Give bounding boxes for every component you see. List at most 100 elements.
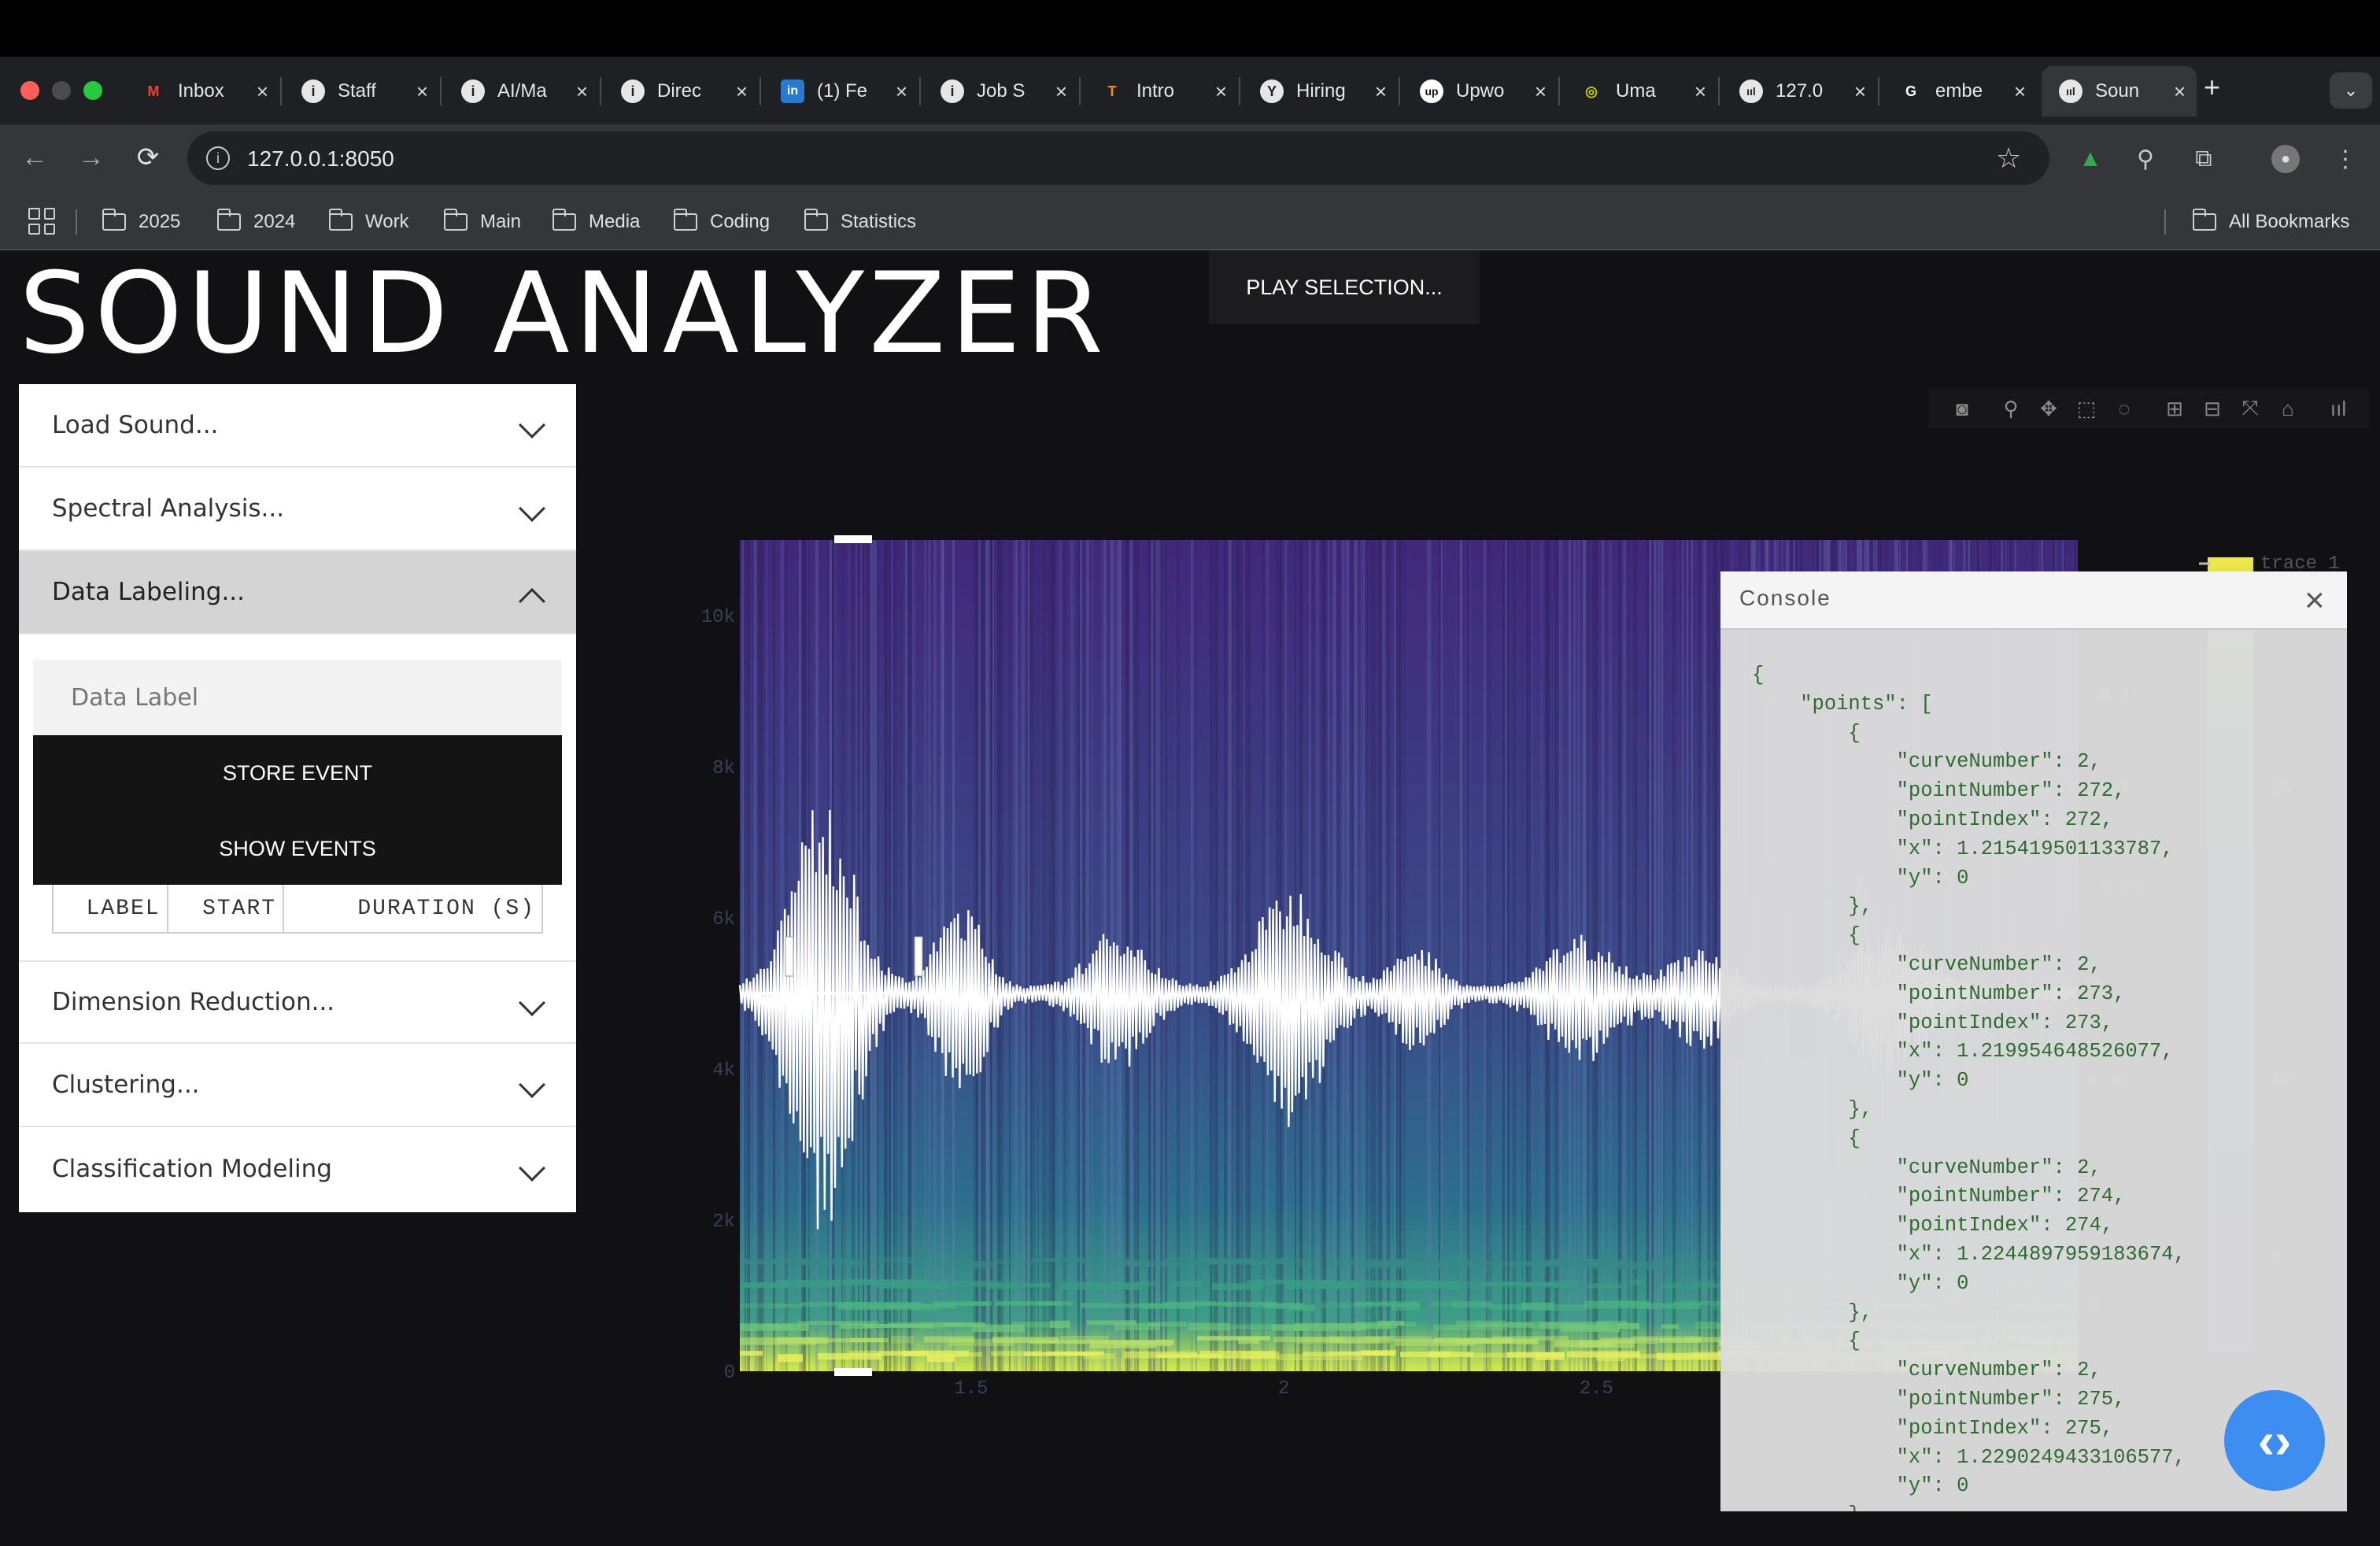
y-tick-label: 2k (712, 1211, 735, 1233)
spectrogram-column (1486, 540, 1488, 1371)
spectrogram-column (1000, 540, 1002, 1371)
harmonic-band (1212, 1283, 1264, 1290)
harmonic-band (850, 1337, 883, 1343)
spectrogram-column (1087, 540, 1089, 1371)
spectrogram-column (1070, 540, 1073, 1371)
harmonic-band (963, 1301, 992, 1306)
harmonic-band (1155, 1339, 1172, 1347)
spectrogram-column (1224, 540, 1227, 1371)
harmonic-band (1171, 1281, 1202, 1287)
harmonic-band (1135, 1281, 1156, 1286)
y-axis-ticks: 0 2k 4k 6k 8k 10k (701, 607, 735, 1384)
harmonic-band (1399, 1322, 1416, 1326)
spectrogram-column (1672, 540, 1676, 1371)
spectrogram-column (1703, 540, 1706, 1371)
spectrogram-column (1656, 540, 1658, 1371)
spectrogram-column (1210, 540, 1212, 1371)
harmonic-band (1536, 1352, 1564, 1360)
harmonic-band (1652, 1259, 1673, 1267)
spectrogram-column (1033, 540, 1036, 1371)
spectrogram-column (1654, 540, 1656, 1371)
range-handle-top[interactable] (834, 535, 872, 543)
harmonic-band (1391, 1259, 1408, 1265)
harmonic-band (940, 1261, 997, 1267)
spectrogram-column (886, 540, 888, 1371)
spectrogram-column (1635, 540, 1637, 1371)
spectrogram-column (1715, 540, 1717, 1371)
harmonic-band (1695, 1321, 1719, 1330)
spectrogram-column (910, 540, 911, 1371)
spectrogram-column (1526, 540, 1528, 1371)
spectrogram-column (1191, 540, 1193, 1371)
harmonic-band (1297, 1259, 1316, 1267)
spectrogram-column (1153, 540, 1155, 1371)
spectrogram-column (1460, 540, 1462, 1371)
spectrogram-column (1469, 540, 1471, 1371)
spectrogram-column (1394, 540, 1396, 1371)
y-tick-label: 0 (724, 1363, 735, 1384)
selection-handle-right[interactable] (914, 936, 923, 977)
y-tick-label: 6k (712, 909, 735, 930)
spectrogram-column (1592, 540, 1595, 1371)
spectrogram-column (1042, 540, 1044, 1371)
harmonic-band (1552, 1304, 1587, 1311)
harmonic-band (1022, 1283, 1051, 1288)
spectrogram-column (1238, 540, 1240, 1371)
harmonic-band (1428, 1351, 1451, 1358)
close-icon[interactable]: × (2304, 581, 2325, 620)
spectrogram-column (1561, 540, 1563, 1371)
harmonic-band (1148, 1322, 1187, 1327)
spectrogram-column (1370, 540, 1373, 1371)
harmonic-band (762, 1324, 792, 1330)
spectrogram-column (1363, 540, 1365, 1371)
spectrogram-column (1663, 540, 1665, 1371)
spectrogram-column (1236, 540, 1238, 1371)
spectrogram-column (1387, 540, 1390, 1371)
spectrogram-column (1514, 540, 1516, 1371)
selection-handle-left[interactable] (785, 936, 794, 977)
harmonic-band (740, 1351, 763, 1356)
harmonic-band (1467, 1352, 1507, 1358)
spectrogram-column (766, 540, 767, 1371)
console-body[interactable]: { "points": [ { "curveNumber": 2, "point… (1720, 630, 2347, 1511)
spectrogram-column (1120, 540, 1122, 1371)
spectrogram-column (1399, 540, 1402, 1371)
spectrogram-column (1044, 540, 1046, 1371)
spectrogram-column (1441, 540, 1443, 1371)
harmonic-band (1615, 1300, 1635, 1307)
spectrogram-column (1073, 540, 1074, 1371)
spectrogram-column (1618, 540, 1621, 1371)
x-tick-label: 2.5 (1580, 1378, 1613, 1400)
spectrogram-column (1691, 540, 1693, 1371)
harmonic-band (1442, 1258, 1472, 1265)
harmonic-band (1587, 1283, 1621, 1289)
spectrogram-column (1658, 540, 1660, 1371)
harmonic-band (920, 1322, 944, 1330)
harmonic-band (1392, 1304, 1420, 1311)
harmonic-band (1238, 1337, 1259, 1344)
spectrogram-column (1502, 540, 1505, 1371)
harmonic-band (778, 1354, 803, 1363)
spectrogram-column (1356, 540, 1358, 1371)
harmonic-band (994, 1259, 1033, 1265)
range-handle-bottom[interactable] (834, 1368, 872, 1376)
spectrogram-column (1030, 540, 1033, 1371)
spectrogram-column (1347, 540, 1349, 1371)
spectrogram-column (1134, 540, 1136, 1371)
harmonic-band (970, 1261, 986, 1270)
harmonic-band (1242, 1351, 1279, 1359)
y-tick-label: 4k (712, 1060, 735, 1082)
spectrogram-column (1628, 540, 1630, 1371)
spectrogram-column (924, 540, 927, 1371)
code-toggle-icon[interactable]: ‹› (2224, 1390, 2325, 1491)
harmonic-band (891, 1336, 914, 1344)
spectrogram-column (1623, 540, 1626, 1371)
harmonic-band (1554, 1281, 1579, 1289)
harmonic-band (1629, 1279, 1645, 1286)
x-axis-ticks: 1.5 2 2.5 (954, 1378, 1613, 1400)
y-tick-label: 10k (701, 607, 735, 628)
spectrogram-column (1342, 540, 1344, 1371)
spectrogram-column (1708, 540, 1710, 1371)
harmonic-band (1083, 1353, 1114, 1359)
spectrogram-column (1231, 540, 1233, 1371)
